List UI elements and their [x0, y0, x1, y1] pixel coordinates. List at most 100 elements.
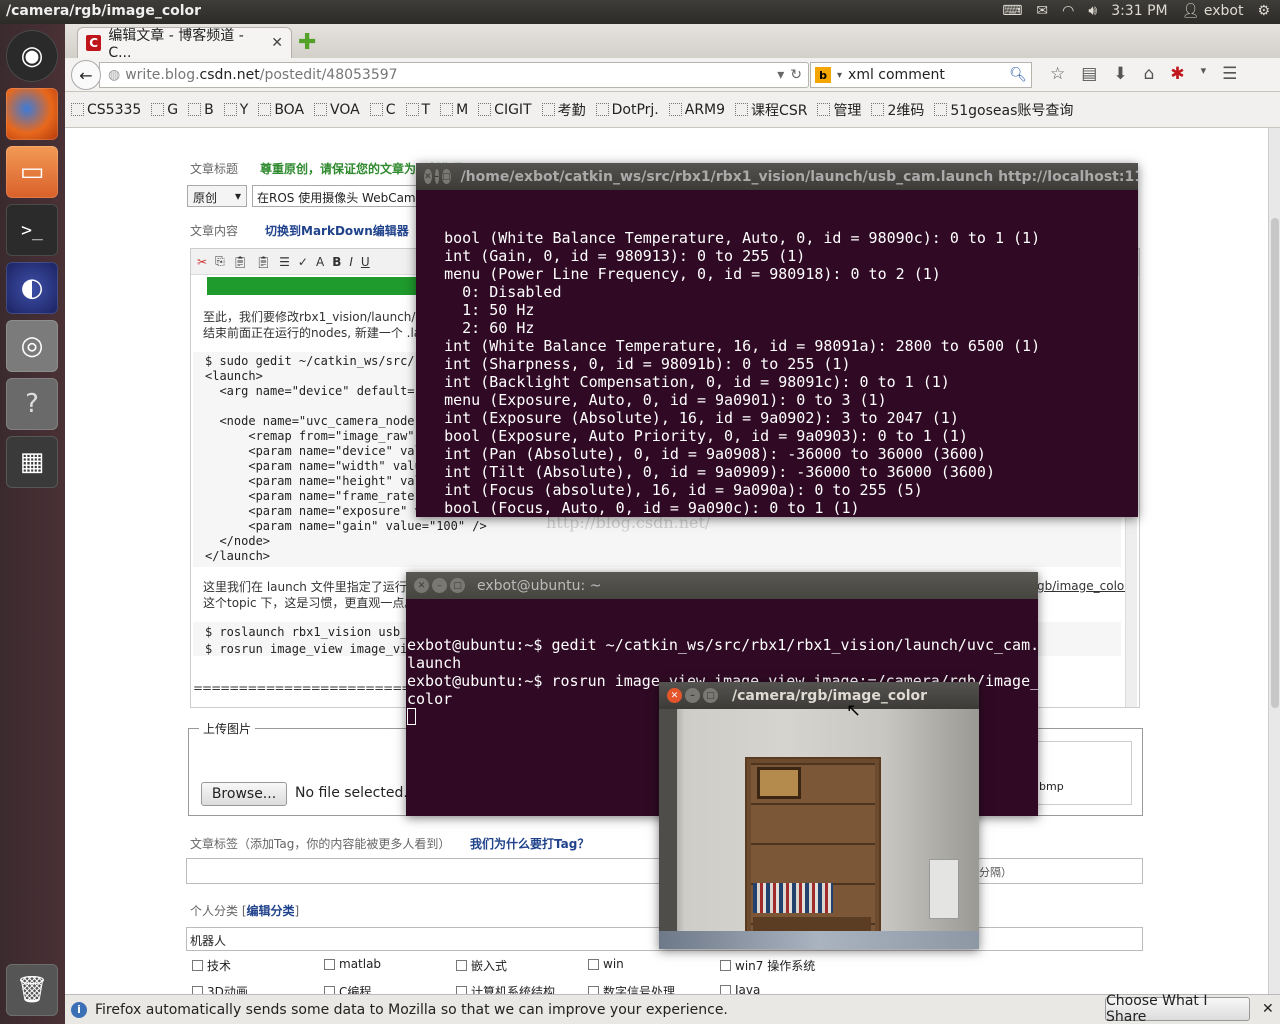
- workspace-switcher-icon[interactable]: ▦: [6, 436, 58, 488]
- bookmark-item[interactable]: CIGIT: [478, 102, 532, 118]
- page-scrollbar-thumb[interactable]: [1271, 218, 1279, 708]
- bookmark-item[interactable]: G: [151, 102, 178, 118]
- close-tab-icon[interactable]: ✕: [271, 35, 283, 51]
- cut-icon[interactable]: ✂: [197, 255, 207, 269]
- reading-list-icon[interactable]: ▤: [1081, 64, 1097, 84]
- search-icon[interactable]: 🔍︎: [1009, 67, 1027, 83]
- bookmark-item[interactable]: CS5335: [71, 102, 141, 118]
- paste-text-icon[interactable]: 📋︎: [256, 255, 271, 269]
- browse-button[interactable]: Browse...: [201, 782, 287, 806]
- user-menu[interactable]: 👤︎ exbot: [1182, 3, 1244, 19]
- certificate-frame: [757, 767, 801, 799]
- bookmark-item[interactable]: ARM9: [668, 102, 725, 118]
- search-engine-dropdown-icon[interactable]: ▾: [837, 70, 842, 81]
- bookmark-item[interactable]: DotPrj.: [595, 102, 659, 118]
- format-icon[interactable]: ☰: [279, 255, 290, 269]
- menu-icon[interactable]: ☰: [1222, 64, 1237, 84]
- italic-icon[interactable]: I: [349, 255, 353, 269]
- maximize-window-icon[interactable]: □: [442, 169, 451, 184]
- paste-icon[interactable]: 📋︎: [233, 255, 248, 269]
- minimize-window-icon[interactable]: –: [434, 169, 440, 184]
- keyboard-icon[interactable]: ⌨: [1002, 3, 1022, 19]
- markdown-editor-link[interactable]: 切换到MarkDown编辑器: [265, 222, 409, 239]
- search-input[interactable]: xml comment: [848, 67, 945, 83]
- bookmark-item[interactable]: 管理: [817, 100, 861, 120]
- checkbox-box[interactable]: [324, 958, 335, 970]
- bookmark-item[interactable]: 2维码: [871, 100, 924, 120]
- close-window-icon[interactable]: ✕: [414, 578, 429, 593]
- article-type-select[interactable]: 原创 ▾: [187, 185, 247, 207]
- wifi-icon[interactable]: ◠: [1062, 3, 1074, 19]
- category-label-text: 个人分类 [: [190, 904, 247, 918]
- bookmark-item[interactable]: 考勤: [541, 100, 586, 120]
- checkbox-box[interactable]: [588, 958, 599, 970]
- tab-edit-article[interactable]: C 编辑文章 - 博客频道 - C... ✕: [77, 27, 292, 61]
- firefox-icon[interactable]: [6, 88, 58, 140]
- clock[interactable]: 3:31 PM: [1111, 3, 1167, 19]
- spellcheck-icon[interactable]: ✓: [298, 255, 308, 269]
- bookmark-item[interactable]: M: [440, 102, 468, 118]
- close-window-icon[interactable]: ✕: [667, 688, 682, 703]
- category-checkbox[interactable]: matlab: [324, 957, 381, 971]
- dropdown-icon[interactable]: ▾: [777, 67, 784, 83]
- page-scrollbar[interactable]: [1268, 128, 1280, 994]
- home-icon[interactable]: ⌂: [1144, 64, 1155, 84]
- code-line: menu (Power Line Frequency, 0, id = 9809…: [417, 265, 941, 283]
- search-bar[interactable]: b ▾ xml comment 🔍︎: [810, 62, 1032, 88]
- reload-icon[interactable]: ↻: [790, 67, 802, 83]
- terminal-1-titlebar[interactable]: ✕ – □ /home/exbot/catkin_ws/src/rbx1/rbx…: [416, 163, 1138, 190]
- gear-icon[interactable]: ⚙: [1257, 3, 1270, 19]
- mail-icon[interactable]: ✉: [1036, 3, 1048, 19]
- eclipse-icon[interactable]: ◐: [6, 262, 58, 314]
- article-type-value: 原创: [193, 191, 218, 205]
- webcam-icon[interactable]: ◎: [6, 320, 58, 372]
- bookmark-item[interactable]: C: [369, 102, 396, 118]
- choose-what-i-share-button[interactable]: Choose What I Share: [1105, 993, 1250, 1024]
- image-view-titlebar[interactable]: ✕ – □ /camera/rgb/image_color: [659, 682, 979, 709]
- tag-why-link[interactable]: 我们为什么要打Tag？: [470, 835, 589, 852]
- bookmark-star-icon[interactable]: ☆: [1050, 64, 1065, 84]
- bookmark-item[interactable]: T: [405, 102, 430, 118]
- maximize-window-icon[interactable]: □: [703, 688, 718, 703]
- ubuntu-dash-icon[interactable]: ◉: [6, 30, 58, 82]
- maximize-window-icon[interactable]: □: [450, 578, 465, 593]
- checkbox-box[interactable]: [192, 960, 203, 971]
- download-icon[interactable]: ⬇: [1113, 64, 1127, 84]
- bookmark-label: Y: [239, 101, 249, 118]
- category-label: 个人分类 [编辑分类]: [190, 902, 299, 919]
- font-icon[interactable]: A: [316, 255, 324, 269]
- terminal-2-titlebar[interactable]: ✕ – □ exbot@ubuntu: ~: [406, 572, 1038, 599]
- bold-icon[interactable]: B: [332, 255, 341, 269]
- bookmark-item[interactable]: BOA: [258, 102, 304, 118]
- minimize-window-icon[interactable]: –: [685, 688, 700, 703]
- category-checkbox[interactable]: 技术: [192, 957, 231, 974]
- category-checkbox[interactable]: win: [588, 957, 624, 971]
- addon-icon[interactable]: ✱: [1170, 64, 1184, 84]
- copy-icon[interactable]: ⎘: [215, 254, 225, 269]
- help-icon[interactable]: ?: [6, 378, 58, 430]
- trash-icon[interactable]: 🗑︎: [6, 964, 58, 1016]
- underline-icon[interactable]: U: [361, 255, 370, 269]
- url-bar[interactable]: ◍ write.blog. csdn.net/postedit/48053597 …: [99, 62, 809, 88]
- checkbox-box[interactable]: [456, 960, 467, 971]
- checkbox-box[interactable]: [720, 960, 731, 971]
- minimize-window-icon[interactable]: –: [432, 578, 447, 593]
- back-button[interactable]: ←: [71, 60, 101, 90]
- close-window-icon[interactable]: ✕: [424, 169, 432, 184]
- files-icon[interactable]: ▭: [6, 146, 58, 198]
- volume-icon[interactable]: 🔊︎: [1088, 3, 1097, 19]
- bookmark-item[interactable]: 51goseas账号查询: [934, 100, 1073, 120]
- bookmark-item[interactable]: Y: [223, 101, 249, 118]
- terminal-1-output[interactable]: bool (White Balance Temperature, Auto, 0…: [416, 190, 1138, 517]
- article-title-input[interactable]: 在ROS 使用摄像头 WebCam: [252, 185, 422, 207]
- new-tab-button[interactable]: ✚: [298, 30, 316, 55]
- category-checkbox[interactable]: win7 操作系统: [720, 957, 815, 974]
- bookmark-item[interactable]: 课程CSR: [735, 100, 807, 120]
- bookmark-item[interactable]: VOA: [314, 102, 360, 118]
- close-notification-icon[interactable]: ✕: [1262, 1001, 1274, 1017]
- terminal-icon[interactable]: >_: [6, 204, 58, 256]
- category-checkbox[interactable]: 嵌入式: [456, 957, 507, 974]
- edit-category-link[interactable]: 编辑分类: [247, 904, 295, 918]
- addon-dropdown-icon[interactable]: ▾: [1201, 64, 1207, 84]
- bookmark-item[interactable]: B: [188, 102, 214, 118]
